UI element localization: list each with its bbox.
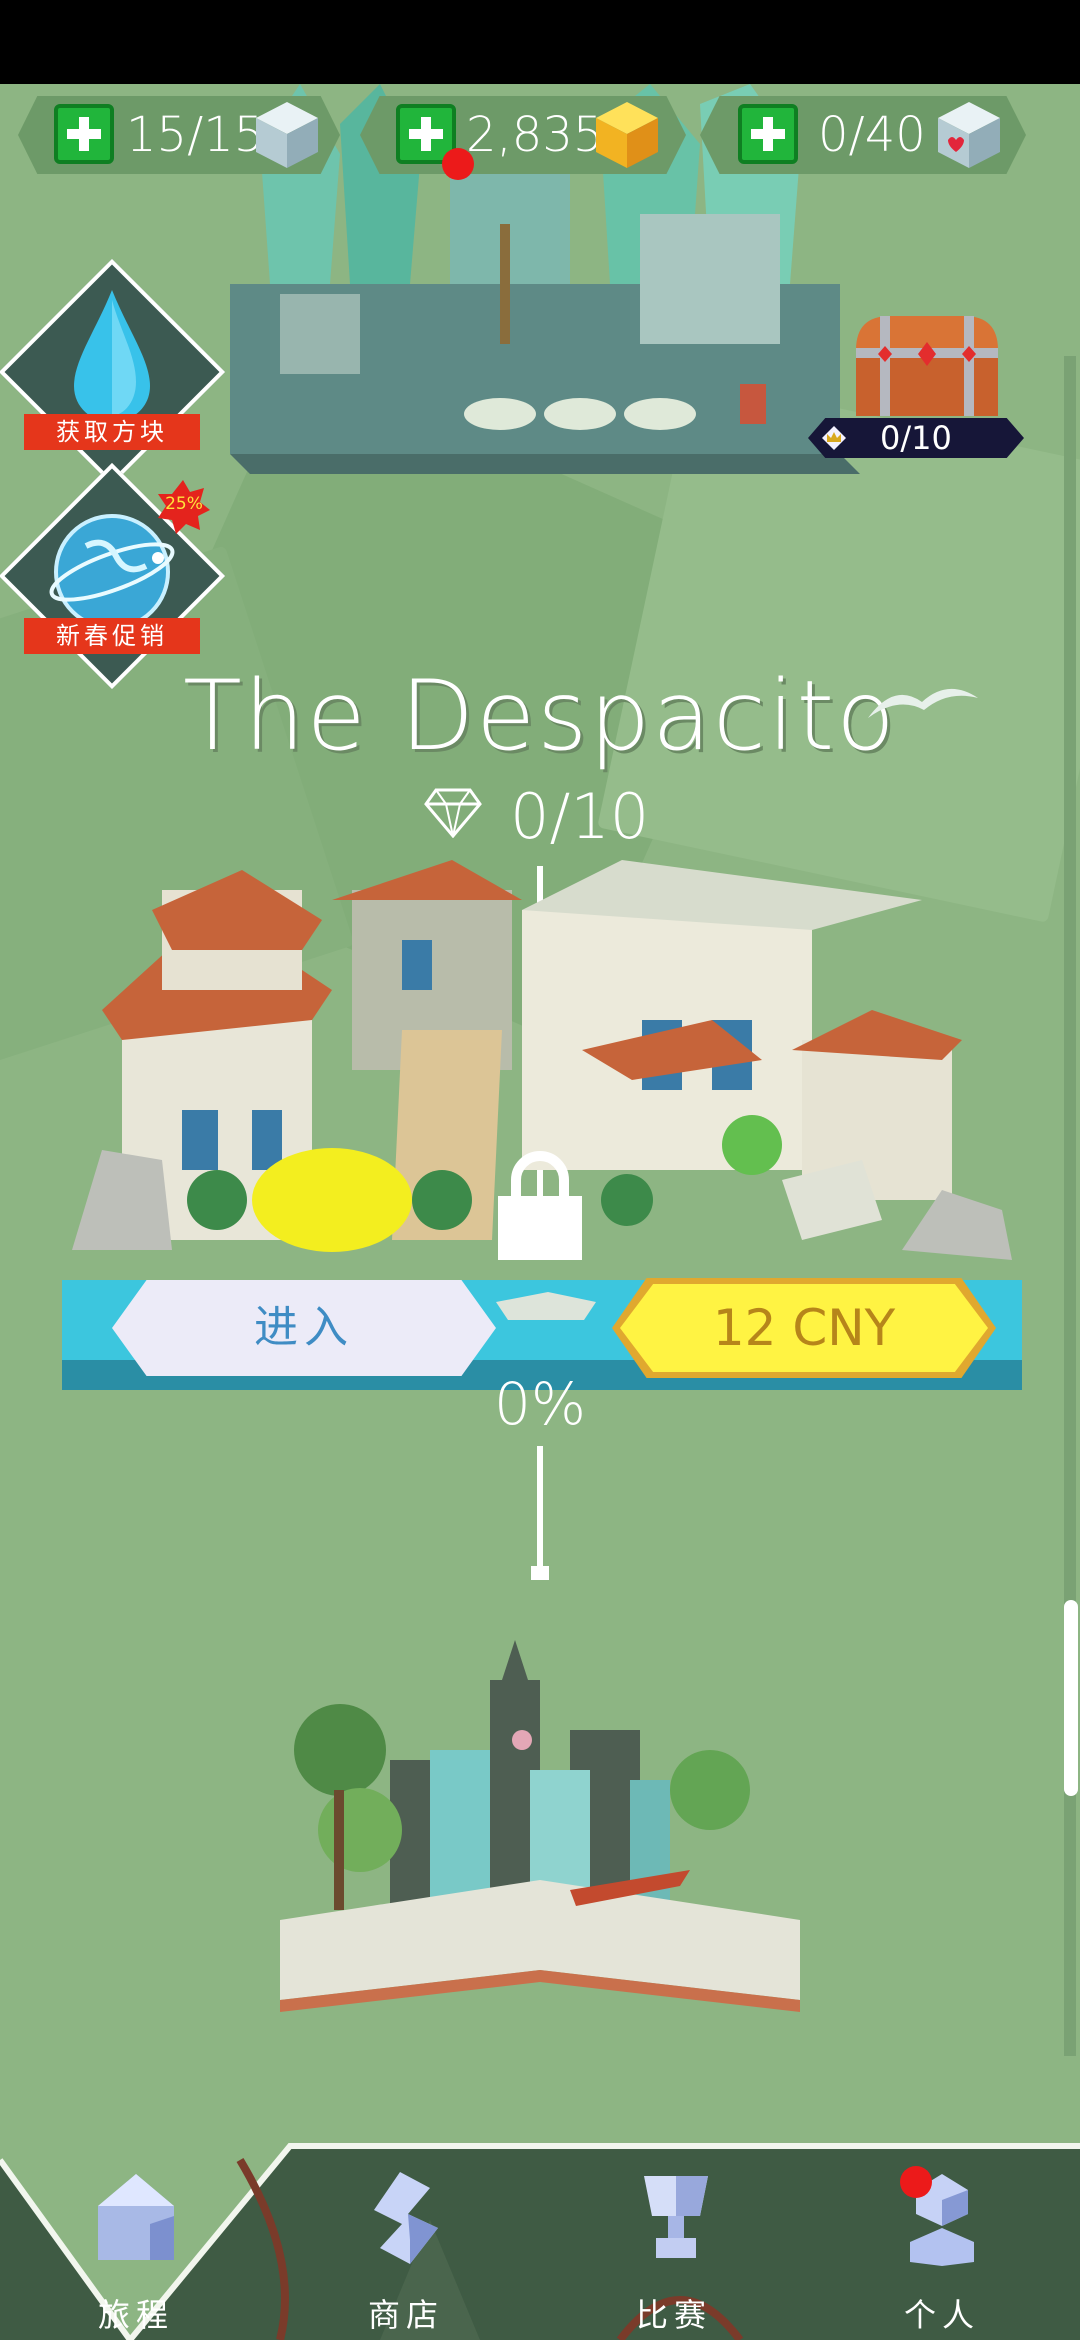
notification-dot	[900, 2166, 932, 2198]
nav-journey-label: 旅程	[97, 2296, 174, 2334]
nav-profile-label: 个人	[903, 2296, 980, 2334]
buy-level-button[interactable]: 12 CNY	[620, 1284, 988, 1372]
chest-progress-text: 0/10	[880, 419, 952, 457]
trophy-icon	[644, 2176, 708, 2258]
discount-badge-text: 25%	[165, 494, 203, 514]
nav-shop[interactable]: 商店	[326, 2170, 486, 2340]
next-level-diorama[interactable]	[270, 1640, 810, 2020]
path-line	[537, 1446, 543, 1576]
scrollbar-track	[1064, 356, 1076, 2056]
hearts-value: 0/40	[818, 107, 926, 163]
ice-cube-icon	[256, 102, 318, 168]
heart-cube-icon	[938, 102, 1000, 168]
lock-icon	[498, 1151, 582, 1260]
enter-level-button[interactable]: 进入	[112, 1280, 496, 1376]
get-blocks-label: 获取方块	[24, 414, 200, 450]
status-bar	[0, 0, 1080, 84]
new-year-sale-label: 新春促销	[24, 618, 200, 654]
path-node	[531, 1566, 549, 1580]
nav-journey[interactable]: 旅程	[56, 2170, 216, 2340]
nav-competition-label: 比赛	[635, 2296, 712, 2334]
home-icon	[98, 2174, 174, 2260]
nav-shop-label: 商店	[367, 2296, 444, 2334]
scrollbar-thumb[interactable]	[1064, 1600, 1078, 1796]
water-drop-icon	[74, 290, 150, 422]
shop-icon	[374, 2172, 438, 2264]
crown-icon	[822, 426, 846, 450]
seagull-icon	[868, 688, 978, 718]
level-progress-text: 0%	[493, 1370, 586, 1438]
add-energy-button[interactable]	[54, 104, 114, 164]
coins-value: 2,835	[466, 107, 604, 163]
add-hearts-button[interactable]	[738, 104, 798, 164]
treasure-chest-icon[interactable]	[850, 310, 1004, 420]
gold-cube-icon	[596, 102, 658, 168]
energy-value: 15/15	[126, 107, 265, 163]
nav-competition[interactable]: 比赛	[594, 2170, 754, 2340]
nav-profile[interactable]: 个人	[862, 2166, 1022, 2340]
